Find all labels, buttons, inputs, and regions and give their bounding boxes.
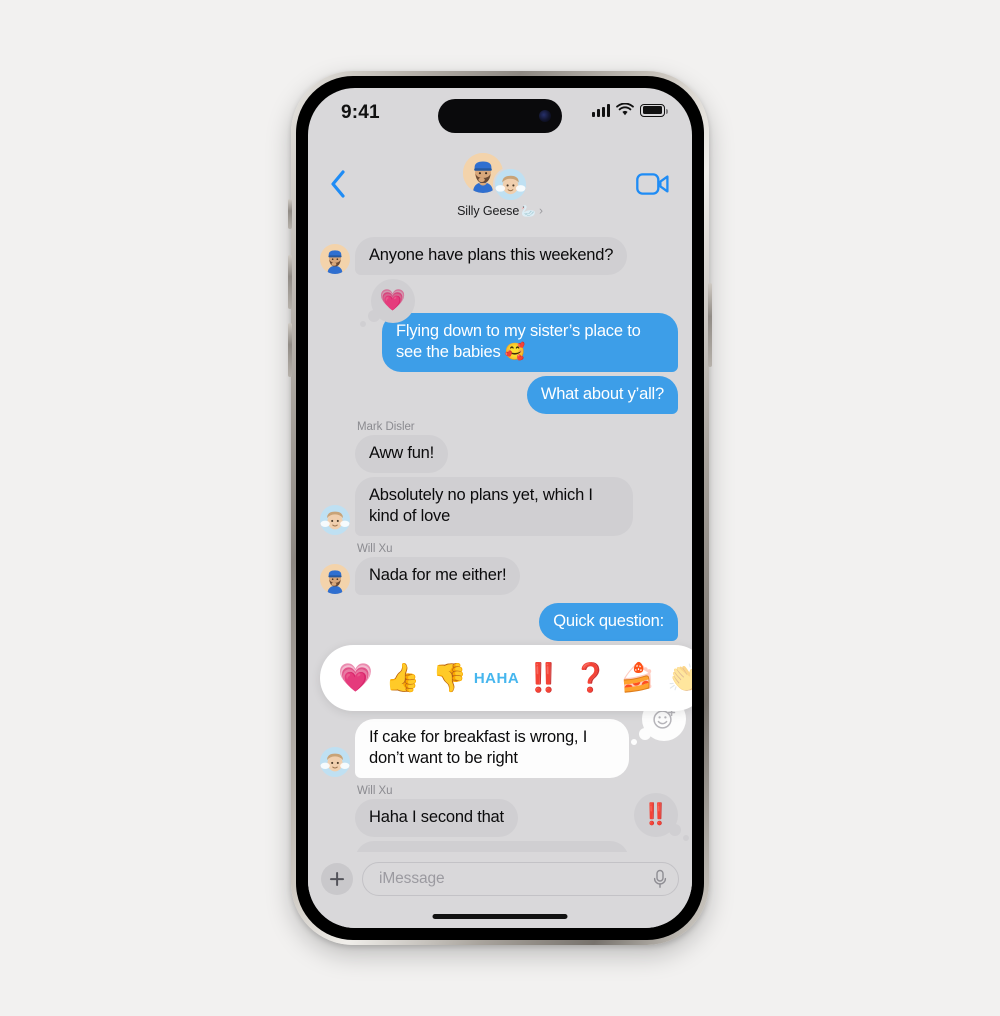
message-bubble[interactable]: Life’s too short to leave a slice behind	[355, 841, 629, 852]
message-row: Aww fun!	[308, 435, 692, 473]
dictation-mic-icon[interactable]	[652, 869, 668, 889]
conversation-title: Silly Geese	[457, 204, 520, 218]
tapback-option-more[interactable]: 👏	[661, 655, 692, 702]
message-bubble[interactable]: Aww fun!	[355, 435, 449, 473]
message-bubble[interactable]: What about y’all?	[526, 376, 678, 414]
message-bubble[interactable]: Quick question:	[539, 603, 678, 641]
row-avatar-beanie[interactable]	[320, 564, 350, 594]
sender-name-will-xu: Will Xu	[357, 785, 393, 797]
facetime-video-icon[interactable]	[636, 172, 670, 196]
message-list[interactable]: Anyone have plans this weekend? 💗 Flying…	[308, 227, 692, 852]
group-avatar-stack[interactable]	[463, 153, 537, 202]
sender-name-will-xu: Will Xu	[357, 543, 393, 555]
row-avatar-light-hair[interactable]	[320, 505, 350, 535]
message-field[interactable]	[362, 862, 679, 896]
tapback-option-exclamation[interactable]: ‼️	[520, 655, 567, 702]
silence-switch[interactable]	[288, 199, 292, 229]
avatar-will-xu[interactable]	[493, 167, 528, 202]
message-row: 💗 Flying down to my sister’s place to se…	[308, 279, 692, 372]
status-time: 9:41	[341, 102, 380, 123]
tapback-heart[interactable]: 💗	[360, 279, 415, 327]
avatar-spacer	[320, 442, 350, 472]
wifi-icon	[616, 103, 634, 116]
conversation-header: Silly Geese 🦢 ›	[308, 142, 692, 227]
row-avatar-light-hair[interactable]	[320, 747, 350, 777]
message-row: Quick question:	[308, 603, 692, 641]
battery-full-icon	[640, 103, 668, 117]
iphone-device-frame: 9:41 Silly Geese 🦢 › Anyone have plans t…	[288, 71, 712, 945]
message-row: What about y’all?	[308, 376, 692, 414]
sender-name-mark-disler: Mark Disler	[357, 421, 415, 433]
cellular-bars-icon	[592, 103, 610, 117]
tapback-option-thumbs-down[interactable]: 👎	[426, 655, 473, 702]
message-row: Haha I second that ‼️	[308, 793, 692, 841]
dynamic-island[interactable]	[438, 99, 562, 133]
message-bubble[interactable]: Flying down to my sister’s place to see …	[382, 313, 678, 372]
volume-down-button[interactable]	[288, 323, 292, 377]
message-bubble[interactable]: Haha I second that	[355, 799, 518, 837]
message-bubble[interactable]: Absolutely no plans yet, which I kind of…	[355, 477, 633, 536]
row-avatar-beanie[interactable]	[320, 244, 350, 274]
phone-screen: 9:41 Silly Geese 🦢 › Anyone have plans t…	[308, 88, 692, 928]
message-bubble[interactable]: Nada for me either!	[355, 557, 521, 595]
tapback-option-haha[interactable]: HA HA	[473, 655, 520, 702]
message-row: If cake for breakfast is wrong, I don’t …	[308, 697, 692, 778]
tapback-picker-area: 💗 👍 👎 HA HA ‼️ ❓ 🍰 👏	[308, 645, 692, 717]
message-row: Absolutely no plans yet, which I kind of…	[308, 477, 692, 536]
tapback-option-question[interactable]: ❓	[567, 655, 614, 702]
goose-emoji-icon: 🦢	[521, 204, 537, 218]
attachments-plus-button[interactable]	[321, 863, 353, 895]
message-row: Life’s too short to leave a slice behind	[308, 841, 692, 852]
message-row: Nada for me either!	[308, 557, 692, 595]
avatar-spacer	[320, 806, 350, 836]
tapback-picker[interactable]: 💗 👍 👎 HA HA ‼️ ❓ 🍰 👏	[320, 645, 692, 711]
volume-up-button[interactable]	[288, 255, 292, 309]
tapback-option-heart[interactable]: 💗	[332, 655, 379, 702]
conversation-title-row[interactable]: Silly Geese 🦢 ›	[308, 203, 692, 219]
message-row: Anyone have plans this weekend?	[308, 237, 692, 275]
phone-bezel: 9:41 Silly Geese 🦢 › Anyone have plans t…	[296, 76, 704, 940]
side-power-button[interactable]	[708, 283, 712, 367]
front-camera-icon	[539, 110, 551, 122]
message-bubble[interactable]: If cake for breakfast is wrong, I don’t …	[355, 719, 629, 778]
message-input[interactable]	[377, 869, 652, 889]
tapback-option-thumbs-up[interactable]: 👍	[379, 655, 426, 702]
status-bar: 9:41	[308, 88, 692, 142]
message-bubble[interactable]: Anyone have plans this weekend?	[355, 237, 628, 275]
tapback-option-cake[interactable]: 🍰	[614, 655, 661, 702]
home-indicator[interactable]	[432, 914, 568, 919]
status-indicators	[592, 103, 668, 117]
tapback-exclamation[interactable]: ‼️	[634, 793, 689, 841]
chevron-right-icon: ›	[539, 203, 543, 218]
back-chevron-icon[interactable]	[330, 170, 346, 198]
